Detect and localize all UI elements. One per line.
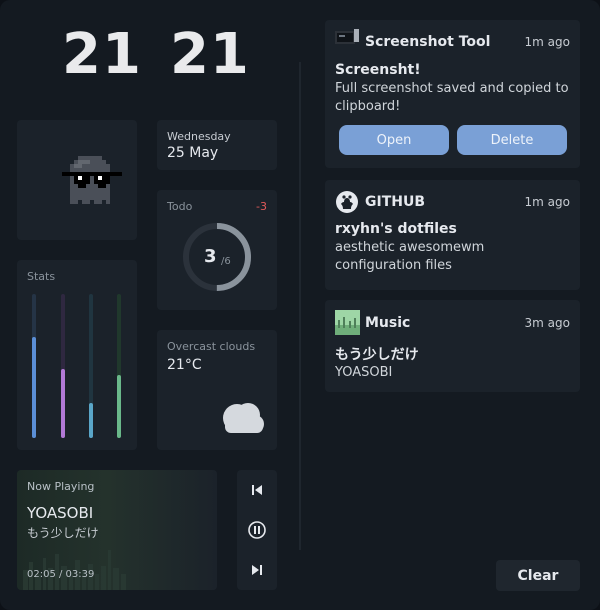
notification-screenshot[interactable]: Screenshot Tool 1m ago Screensht! Full s… <box>325 20 580 168</box>
weather-temperature: 21°C <box>167 357 202 373</box>
todo-total-count: /6 <box>221 256 231 267</box>
stat-bar-fill-disk <box>89 403 93 438</box>
todo-progress-ring <box>183 223 251 291</box>
media-controls <box>237 470 277 590</box>
stats-card: Stats <box>17 260 137 450</box>
notification-time: 3m ago <box>524 316 570 330</box>
stat-bar-disk <box>89 294 93 438</box>
notification-github[interactable]: GITHUB 1m ago rxyhn's dotfiles aesthetic… <box>325 180 580 290</box>
clock: 21 21 <box>62 22 249 92</box>
notification-music[interactable]: Music 3m ago もう少しだけ YOASOBI <box>325 300 580 392</box>
profile-card <box>17 120 137 240</box>
now-playing-time: 02:05 / 03:39 <box>27 569 95 580</box>
stat-bar-fill-ram <box>61 369 65 438</box>
pixel-ghost-icon <box>62 156 122 204</box>
stat-bar-cpu <box>32 294 36 438</box>
clock-minutes: 21 <box>169 22 250 87</box>
now-playing-card[interactable]: Now Playing YOASOBI もう少しだけ 02:05 / 03:39 <box>17 470 217 590</box>
stat-bar-fill-temp <box>117 375 121 438</box>
clear-notifications-button[interactable]: Clear <box>496 560 580 591</box>
notification-heading: rxyhn's dotfiles <box>335 221 457 237</box>
screenshot-tool-icon <box>335 29 359 44</box>
todo-card[interactable]: Todo -3 3 /6 <box>157 190 277 310</box>
notification-body: YOASOBI <box>335 365 393 380</box>
notification-time: 1m ago <box>524 35 570 49</box>
cloud-icon <box>223 403 264 433</box>
now-playing-artist: YOASOBI <box>27 504 94 522</box>
stat-bar-fill-cpu <box>32 337 36 438</box>
next-button[interactable] <box>237 550 277 590</box>
pause-icon <box>248 521 266 539</box>
weekday-label: Wednesday <box>167 130 231 143</box>
previous-button[interactable] <box>237 470 277 510</box>
album-art-background <box>23 550 126 590</box>
todo-label: Todo <box>167 200 193 213</box>
weather-card: Overcast clouds 21°C <box>157 330 277 450</box>
stat-bar-ram <box>61 294 65 438</box>
stats-label: Stats <box>27 270 56 283</box>
notification-body: aesthetic awesomewm configuration files <box>335 240 485 273</box>
notification-heading: もう少しだけ <box>335 347 419 363</box>
clock-hours: 21 <box>62 22 142 87</box>
todo-delta: -3 <box>256 200 267 213</box>
previous-icon <box>252 485 262 495</box>
dashboard: 21 21 Wednesday 25 May Todo -3 3 /6 Stat… <box>0 0 600 610</box>
open-button[interactable]: Open <box>339 125 449 155</box>
stat-bar-temp <box>117 294 121 438</box>
notification-app-name: Screenshot Tool <box>365 34 491 50</box>
now-playing-label: Now Playing <box>27 480 95 493</box>
notification-body: Full screenshot saved and copied to clip… <box>335 81 569 114</box>
todo-done-count: 3 <box>204 246 217 267</box>
notification-app-name: Music <box>365 315 411 331</box>
pause-button[interactable] <box>237 510 277 550</box>
now-playing-song: もう少しだけ <box>27 526 99 540</box>
notification-time: 1m ago <box>524 195 570 209</box>
music-album-icon <box>335 310 360 335</box>
notification-heading: Screensht! <box>335 62 421 78</box>
github-icon <box>336 191 358 213</box>
date-label: 25 May <box>167 145 219 161</box>
delete-button[interactable]: Delete <box>457 125 567 155</box>
column-divider <box>299 62 301 550</box>
date-card: Wednesday 25 May <box>157 120 277 170</box>
weather-condition: Overcast clouds <box>167 340 256 353</box>
next-icon <box>252 565 262 575</box>
notification-app-name: GITHUB <box>365 194 426 210</box>
